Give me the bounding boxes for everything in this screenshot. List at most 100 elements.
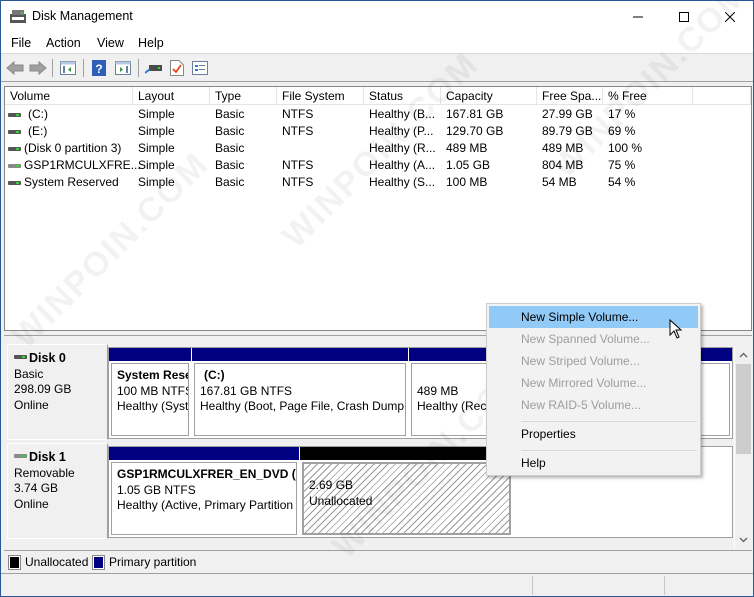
cell-volume: (Disk 0 partition 3): [24, 141, 122, 155]
menu-item-new-raid5-volume[interactable]: New RAID-5 Volume...: [489, 394, 698, 416]
column-header-free-space[interactable]: Free Spa...: [537, 87, 603, 105]
list-view-button[interactable]: [190, 58, 210, 78]
menu-file[interactable]: File: [11, 36, 31, 50]
toolbar: ?: [1, 54, 753, 82]
volume-icon: [8, 181, 21, 185]
legend-label-unallocated: Unallocated: [25, 555, 89, 569]
properties-check-button[interactable]: [167, 58, 187, 78]
disk-1-type: Removable: [14, 465, 75, 480]
cell-free: 54 MB: [542, 175, 577, 189]
close-button[interactable]: [707, 1, 753, 32]
disk-1-state: Online: [14, 496, 49, 511]
disk-management-app-icon: [10, 10, 26, 23]
minimize-button[interactable]: [615, 1, 661, 32]
mouse-pointer-icon: [669, 319, 683, 339]
menu-action[interactable]: Action: [46, 36, 81, 50]
cell-type: Basic: [215, 175, 245, 189]
status-bar: [1, 573, 753, 596]
action-pane-icon: [115, 61, 131, 75]
partition-status: Healthy (Syst: [117, 399, 189, 413]
menu-item-new-striped-volume[interactable]: New Striped Volume...: [489, 350, 698, 372]
partition-gsp1rmculxfrer[interactable]: GSP1RMCULXFRER_EN_DVD (D 1.05 GB NTFS Heal…: [109, 447, 299, 537]
close-icon: [725, 11, 735, 22]
column-header-status[interactable]: Status: [364, 87, 441, 105]
menu-item-new-simple-volume[interactable]: New Simple Volume...: [489, 306, 698, 328]
menu-item-new-mirrored-volume[interactable]: New Mirrored Volume...: [489, 372, 698, 394]
cell-free: 804 MB: [542, 158, 584, 172]
maximize-icon: [679, 11, 689, 22]
legend: Unallocated Primary partition: [4, 550, 752, 572]
list-icon: [192, 61, 208, 75]
disk-0-name: Disk 0: [29, 351, 66, 365]
minimize-icon: [633, 16, 643, 17]
partition-status: Healthy (Reco: [417, 399, 494, 413]
column-header-percent-free[interactable]: % Free: [603, 87, 693, 105]
column-header-volume[interactable]: Volume: [5, 87, 133, 105]
menu-help[interactable]: Help: [138, 36, 164, 50]
volume-list: Volume Layout Type File System Status Ca…: [4, 86, 752, 331]
cell-fs: NTFS: [282, 124, 314, 138]
volume-row[interactable]: GSP1RMCULXFRE... Simple Basic NTFS Healthy (…: [5, 157, 751, 174]
cell-pct: 17 %: [608, 107, 636, 121]
cell-type: Basic: [215, 107, 245, 121]
partition-system-reserved[interactable]: System Rese 100 MB NTFS Healthy (Syst: [109, 348, 191, 438]
disk-1-name: Disk 1: [29, 450, 66, 464]
column-header-file-system[interactable]: File System: [277, 87, 364, 105]
partition-size: 167.81 GB NTFS: [200, 383, 293, 398]
scrollbar-thumb[interactable]: [736, 364, 751, 454]
menu-item-properties[interactable]: Properties: [489, 423, 698, 445]
partition-status: Healthy (Active, Primary Partition: [117, 498, 294, 512]
partition-c[interactable]: (C:) 167.81 GB NTFS Healthy (Boot, Page Fi…: [192, 348, 408, 438]
show-hide-console-tree-button[interactable]: [58, 58, 78, 78]
menu-item-help[interactable]: Help: [489, 452, 698, 474]
help-button[interactable]: ?: [89, 58, 109, 78]
menu-separator: [521, 421, 697, 422]
unallocated-bar: [300, 447, 513, 460]
cell-volume: System Reserved: [24, 175, 119, 189]
menu-item-new-spanned-volume[interactable]: New Spanned Volume...: [489, 328, 698, 350]
menu-view[interactable]: View: [97, 36, 124, 50]
volume-row[interactable]: (E:) Simple Basic NTFS Healthy (P... 129.70 G…: [5, 123, 751, 140]
title-bar: Disk Management: [1, 1, 753, 32]
graph-vertical-scrollbar[interactable]: [734, 346, 751, 549]
disk-0-label[interactable]: Disk 0 Basic 298.09 GB Online: [7, 344, 108, 440]
cell-layout: Simple: [138, 141, 175, 155]
column-header-layout[interactable]: Layout: [133, 87, 210, 105]
maximize-button[interactable]: [661, 1, 707, 32]
unallocated-space[interactable]: 2.69 GB Unallocated: [300, 447, 513, 537]
scroll-up-icon[interactable]: [736, 349, 751, 361]
volume-row[interactable]: (C:) Simple Basic NTFS Healthy (B... 167.81 G…: [5, 106, 751, 123]
disk-icon: [14, 454, 27, 458]
show-hide-action-pane-button[interactable]: [113, 58, 133, 78]
disk-0-type: Basic: [14, 366, 44, 381]
checklist-doc-icon: [170, 60, 184, 76]
forward-button[interactable]: [28, 58, 48, 78]
cell-layout: Simple: [138, 107, 175, 121]
toolbar-separator: [52, 59, 53, 77]
back-button[interactable]: [5, 58, 25, 78]
cell-capacity: 489 MB: [446, 141, 488, 155]
disk-1-label[interactable]: Disk 1 Removable 3.74 GB Online: [7, 443, 108, 539]
connect-virtual-disk-button[interactable]: [144, 58, 164, 78]
volume-row[interactable]: (Disk 0 partition 3) Simple Basic Healthy (…: [5, 140, 751, 157]
volume-icon: [8, 164, 21, 168]
partition-size: 100 MB NTFS: [117, 383, 189, 398]
column-header-capacity[interactable]: Capacity: [441, 87, 537, 105]
toolbar-separator: [83, 59, 84, 77]
scroll-down-icon[interactable]: [736, 534, 751, 546]
volume-row[interactable]: System Reserved Simple Basic NTFS Healthy (S…: [5, 174, 751, 191]
cell-capacity: 167.81 GB: [446, 107, 504, 121]
disk-0-size: 298.09 GB: [14, 382, 72, 396]
unallocated-status: Unallocated: [309, 493, 373, 508]
cell-fs: NTFS: [282, 107, 314, 121]
cell-pct: 100 %: [608, 141, 643, 155]
primary-partition-bar: [109, 447, 299, 460]
column-header-type[interactable]: Type: [210, 87, 277, 105]
drive-connect-icon: [145, 65, 162, 74]
cell-layout: Simple: [138, 175, 175, 189]
cell-free: 89.79 GB: [542, 124, 593, 138]
disk-management-window: Disk Management File Action View Help ?: [0, 0, 754, 597]
cell-capacity: 1.05 GB: [446, 158, 491, 172]
cell-capacity: 100 MB: [446, 175, 488, 189]
cell-status: Healthy (R...: [369, 141, 436, 155]
